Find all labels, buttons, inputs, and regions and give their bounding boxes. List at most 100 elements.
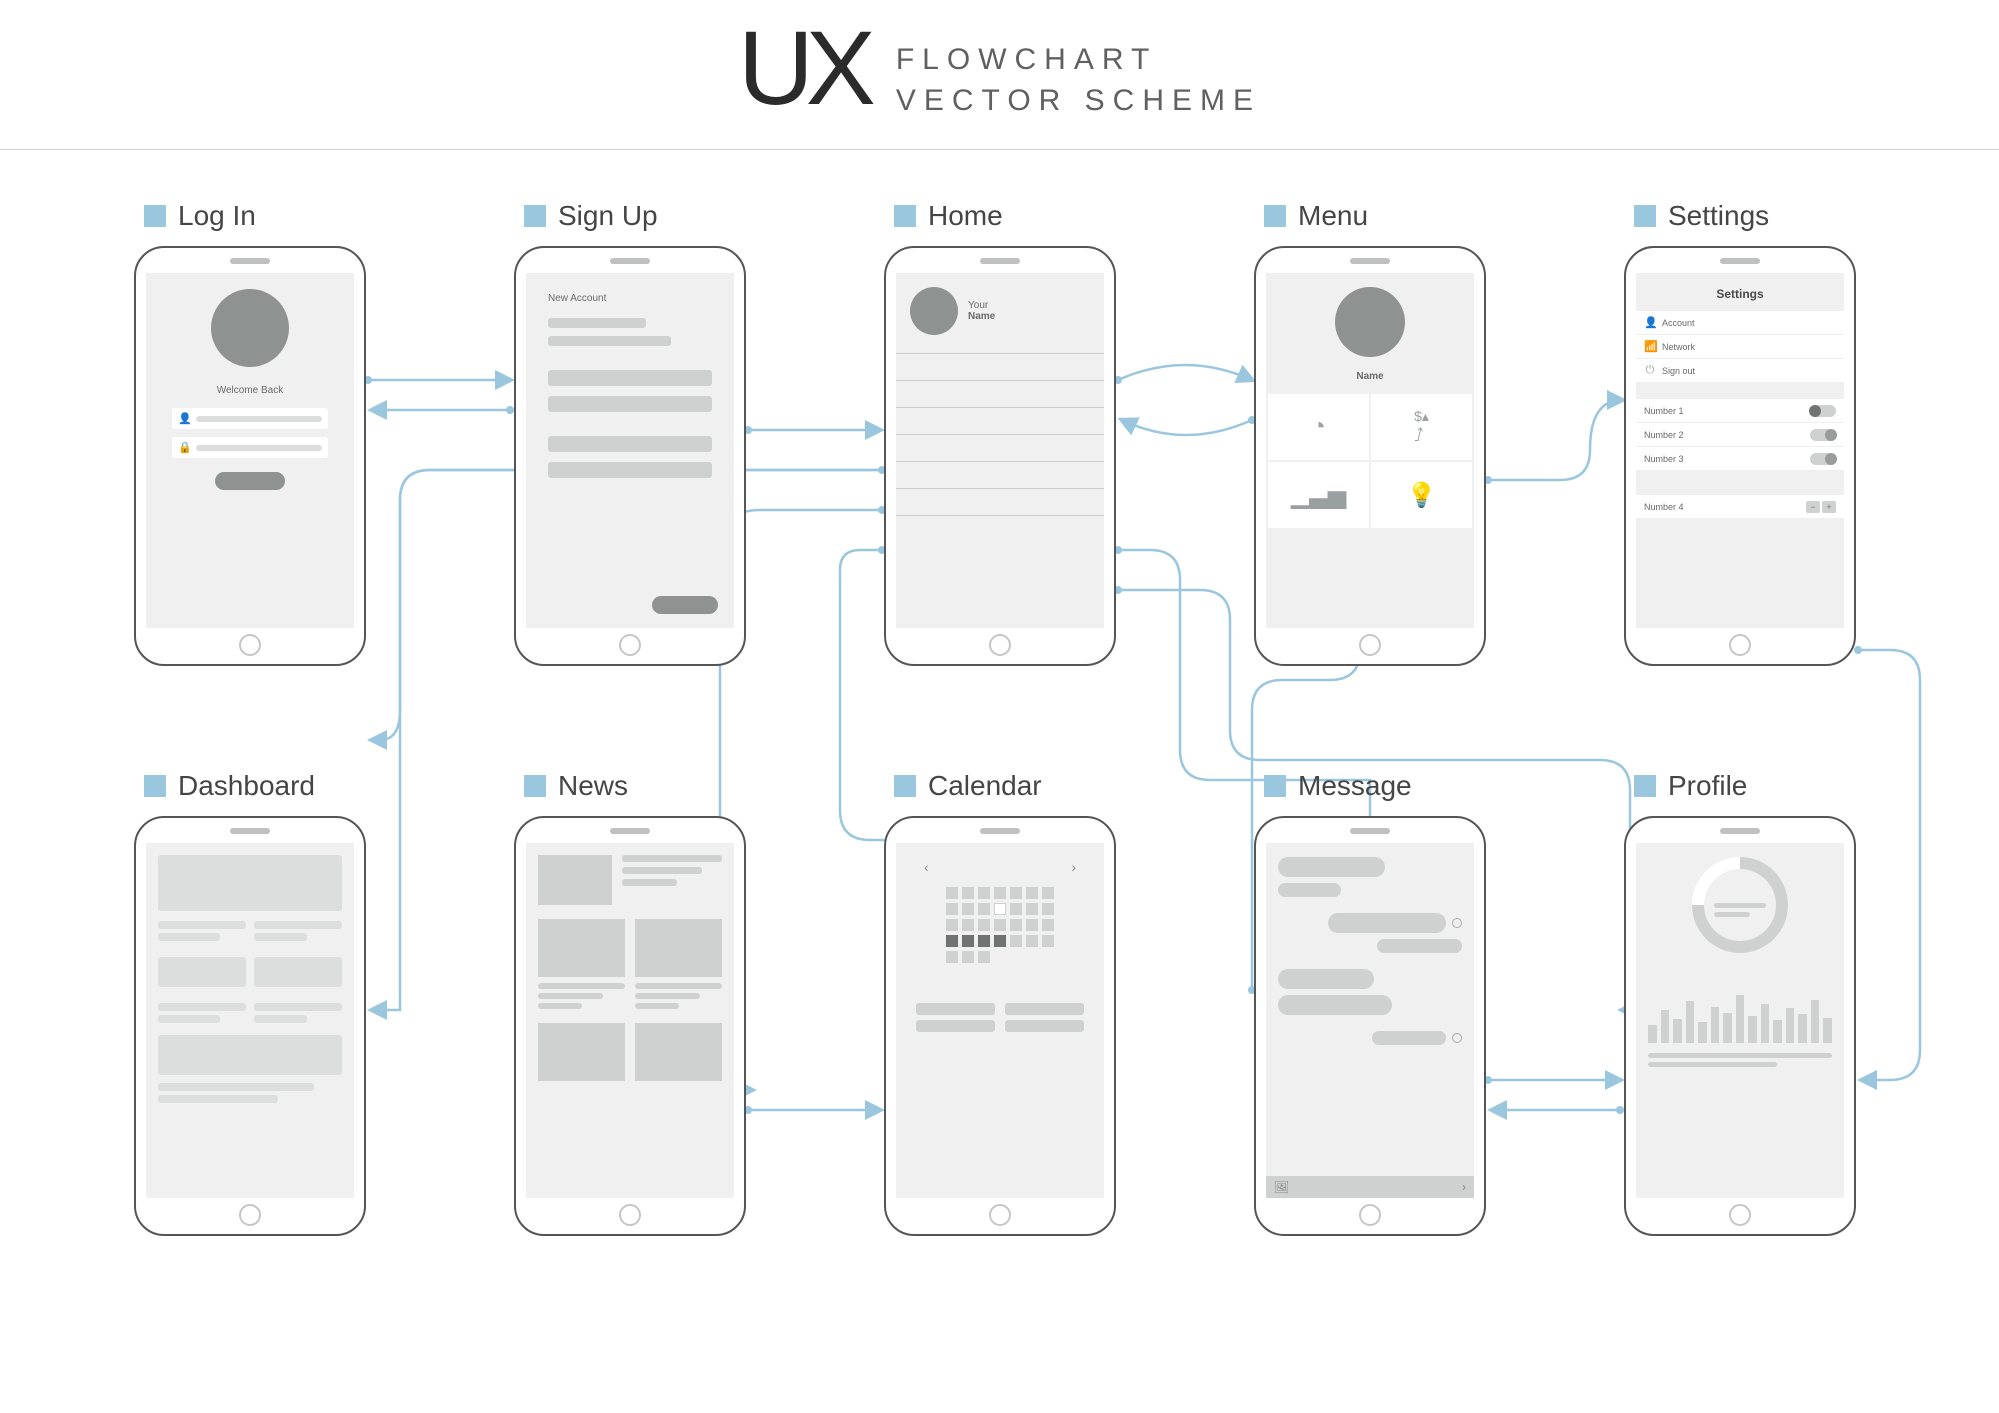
signup-title: New Account — [548, 293, 712, 304]
home-button-icon — [1729, 634, 1751, 656]
bar-spark-chart — [1636, 983, 1844, 1043]
screen-signup: Sign Up New Account — [514, 200, 746, 666]
screen-settings: Settings Settings 👤Account 📶Network ⏻Sig… — [1624, 200, 1856, 666]
menu-tile[interactable]: $▴⭜ — [1371, 394, 1472, 460]
toggle-icon[interactable] — [1810, 453, 1836, 465]
home-button-icon — [1359, 634, 1381, 656]
toggle-icon[interactable] — [1810, 405, 1836, 417]
header-line1: FLOWCHART — [896, 40, 1261, 81]
news-thumb[interactable] — [538, 919, 625, 977]
news-thumb[interactable] — [538, 1023, 625, 1081]
header-subtitle: FLOWCHART VECTOR SCHEME — [896, 40, 1261, 121]
send-icon[interactable]: › — [1462, 1180, 1466, 1194]
bullet-icon — [524, 205, 546, 227]
flowchart-canvas: Log In Welcome Back 👤 🔒 — [0, 150, 1999, 1413]
label-settings-text: Settings — [1668, 200, 1769, 232]
login-button[interactable] — [215, 472, 285, 490]
news-thumb[interactable] — [538, 855, 612, 905]
menu-tile[interactable]: ▁▃▅ — [1268, 462, 1369, 528]
menu-tile[interactable]: ◔ — [1268, 394, 1369, 460]
home-button-icon — [989, 634, 1011, 656]
home-your: Your — [968, 300, 995, 311]
label-settings: Settings — [1624, 200, 1856, 232]
label-home-text: Home — [928, 200, 1003, 232]
image-icon[interactable]: 🖼 — [1274, 1180, 1289, 1194]
welcome-text: Welcome Back — [146, 385, 354, 396]
bullet-icon — [1264, 775, 1286, 797]
speaker-icon — [610, 258, 650, 264]
label-signup-text: Sign Up — [558, 200, 658, 232]
news-thumb[interactable] — [635, 919, 722, 977]
next-month-button[interactable]: › — [1071, 859, 1076, 875]
read-receipt-icon — [1452, 918, 1462, 928]
calendar-screen: ‹ › — [896, 843, 1104, 1198]
settings-screen: Settings 👤Account 📶Network ⏻Sign out Num… — [1636, 273, 1844, 628]
home-button-icon — [989, 1204, 1011, 1226]
menu-screen: Name ◔ $▴⭜ ▁▃▅ 💡 — [1266, 273, 1474, 628]
minus-icon[interactable]: − — [1806, 501, 1820, 513]
bullet-icon — [144, 205, 166, 227]
signup-submit-button[interactable] — [652, 596, 718, 614]
calendar-grid[interactable] — [906, 887, 1094, 963]
toggle-icon[interactable] — [1810, 429, 1836, 441]
home-button-icon — [619, 634, 641, 656]
username-field[interactable]: 👤 — [172, 408, 328, 429]
settings-item-network[interactable]: 📶Network — [1636, 335, 1844, 359]
screen-dashboard: Dashboard — [134, 770, 366, 1236]
label-login: Log In — [134, 200, 366, 232]
stepper-control[interactable]: −+ — [1806, 501, 1836, 513]
settings-item-account[interactable]: 👤Account — [1636, 311, 1844, 335]
speaker-icon — [230, 828, 270, 834]
bullet-icon — [894, 775, 916, 797]
settings-stepper-row[interactable]: Number 4 −+ — [1636, 495, 1844, 519]
signup-field[interactable] — [548, 336, 671, 346]
login-screen: Welcome Back 👤 🔒 — [146, 273, 354, 628]
settings-toggle-row[interactable]: Number 1 — [1636, 399, 1844, 423]
settings-item-signout[interactable]: ⏻Sign out — [1636, 359, 1844, 383]
bullet-icon — [524, 775, 546, 797]
read-receipt-icon — [1452, 1033, 1462, 1043]
dashboard-card[interactable] — [158, 1035, 342, 1075]
signup-field[interactable] — [548, 396, 712, 412]
menu-tile[interactable]: 💡 — [1371, 462, 1472, 528]
password-field[interactable]: 🔒 — [172, 437, 328, 458]
phone-frame — [514, 816, 746, 1236]
speaker-icon — [980, 258, 1020, 264]
message-input-bar[interactable]: 🖼 › — [1266, 1176, 1474, 1198]
bullet-icon — [1264, 205, 1286, 227]
speaker-icon — [980, 828, 1020, 834]
news-thumb[interactable] — [635, 1023, 722, 1081]
screen-home: Home Your Name — [884, 200, 1116, 666]
dashboard-card[interactable] — [158, 957, 246, 987]
label-menu: Menu — [1254, 200, 1486, 232]
prev-month-button[interactable]: ‹ — [924, 859, 929, 875]
bullet-icon — [1634, 205, 1656, 227]
speaker-icon — [1720, 258, 1760, 264]
settings-toggle-row[interactable]: Number 3 — [1636, 447, 1844, 471]
dashboard-card[interactable] — [254, 957, 342, 987]
speaker-icon — [230, 258, 270, 264]
chat-bubble-received — [1278, 883, 1341, 897]
lock-icon: 🔒 — [178, 441, 190, 454]
home-name: Name — [968, 311, 995, 322]
ux-mark: UX — [738, 16, 868, 121]
screen-message: Message 🖼 › — [1254, 770, 1486, 1236]
label-menu-text: Menu — [1298, 200, 1368, 232]
plus-icon[interactable]: + — [1822, 501, 1836, 513]
chat-bubble-sent — [1328, 913, 1446, 933]
header-line2: VECTOR SCHEME — [896, 81, 1261, 122]
bullet-icon — [894, 205, 916, 227]
signup-field[interactable] — [548, 370, 712, 386]
list-row[interactable] — [896, 515, 1104, 516]
bullet-icon — [1634, 775, 1656, 797]
signup-field[interactable] — [548, 318, 646, 328]
signup-field[interactable] — [548, 462, 712, 478]
label-news: News — [514, 770, 746, 802]
pie-chart-icon: ◔ — [1311, 413, 1326, 441]
signup-field[interactable] — [548, 436, 712, 452]
settings-toggle-row[interactable]: Number 2 — [1636, 423, 1844, 447]
bullet-icon — [144, 775, 166, 797]
label-calendar-text: Calendar — [928, 770, 1042, 802]
menu-name: Name — [1266, 371, 1474, 382]
home-button-icon — [619, 1204, 641, 1226]
